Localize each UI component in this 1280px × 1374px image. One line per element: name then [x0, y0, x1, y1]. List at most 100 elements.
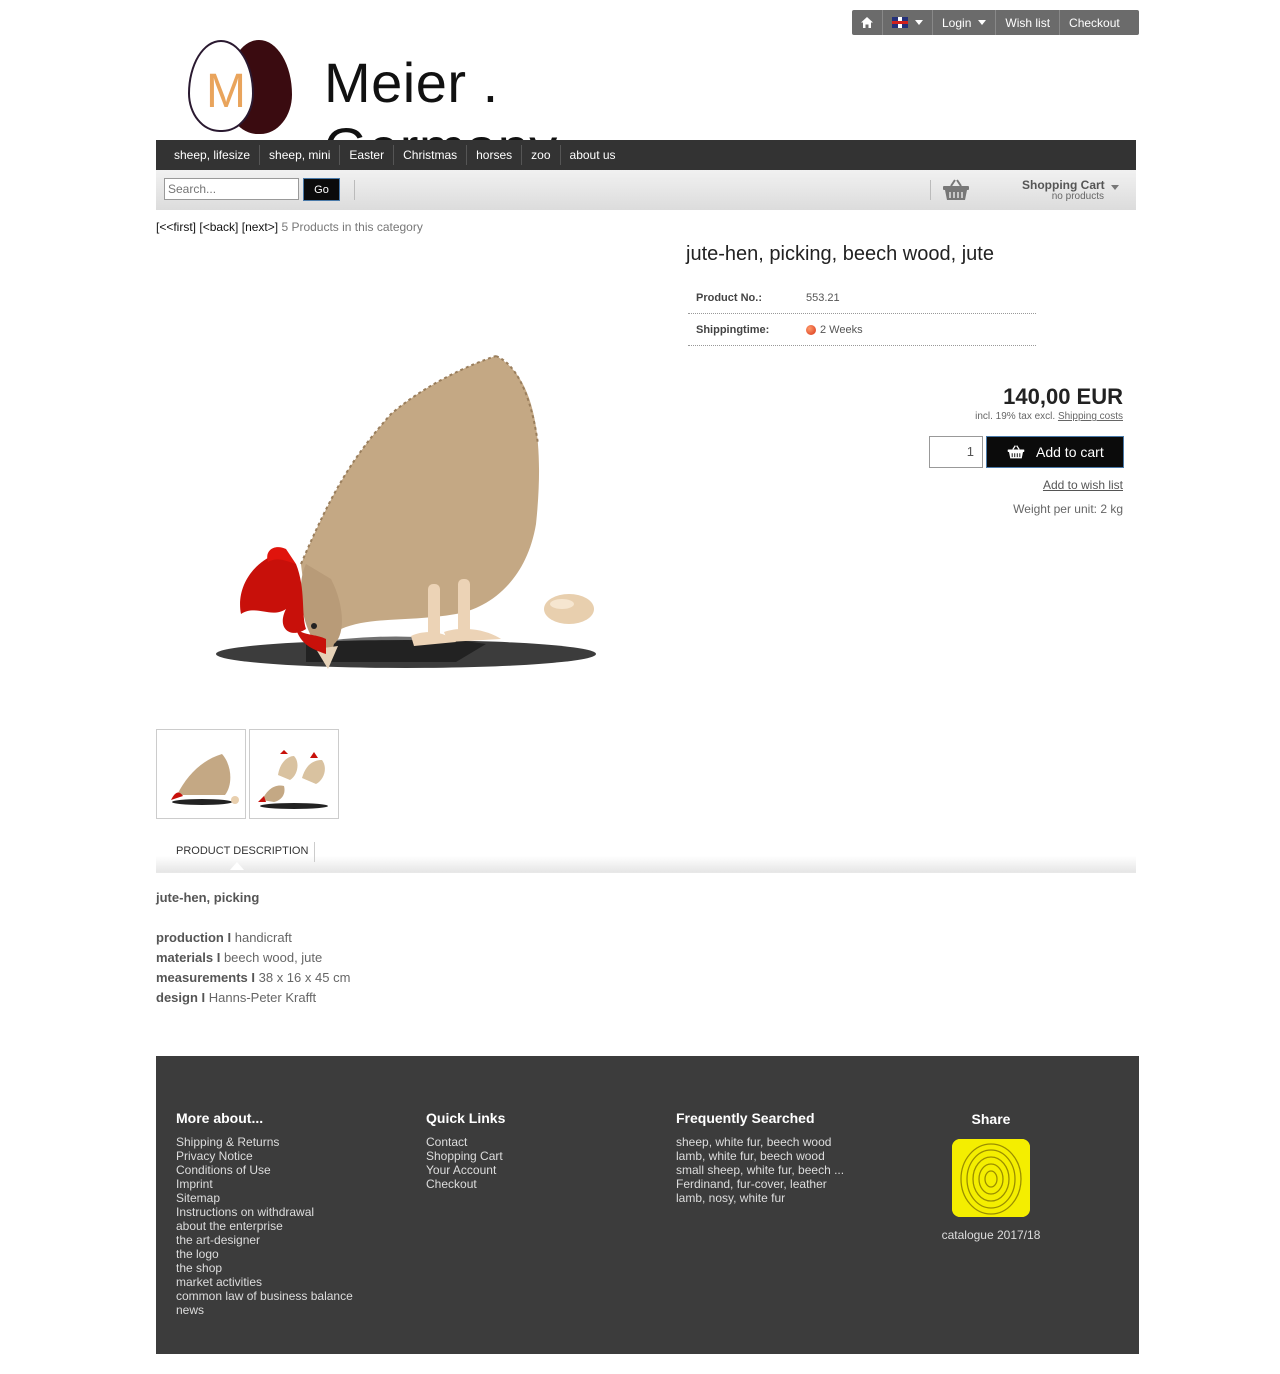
nav-item-easter[interactable]: Easter: [339, 145, 393, 165]
product-number-row: Product No.: 553.21: [688, 282, 1036, 314]
footer-frequently-searched: Frequently Searched sheep, white fur, be…: [676, 1111, 844, 1205]
product-image[interactable]: [156, 244, 636, 720]
footer-share: Share catalogue 2017/18: [916, 1111, 1066, 1242]
description-label: production I: [156, 930, 232, 945]
product-number: 553.21: [806, 291, 840, 304]
nav-item-sheep-lifesize[interactable]: sheep, lifesize: [156, 145, 259, 165]
footer-link[interactable]: Shopping Cart: [426, 1149, 505, 1163]
footer-link[interactable]: lamb, nosy, white fur: [676, 1191, 844, 1205]
next-product-link[interactable]: [next>]: [242, 220, 278, 234]
footer-link[interactable]: Ferdinand, fur-cover, leather: [676, 1177, 844, 1191]
product-tabs: PRODUCT DESCRIPTION: [156, 840, 1136, 873]
weight-per-unit: Weight per unit: 2 kg: [1013, 502, 1123, 516]
add-to-wishlist-link[interactable]: Add to wish list: [1043, 478, 1123, 492]
footer-link[interactable]: Imprint: [176, 1177, 353, 1191]
login-label: Login: [942, 15, 972, 30]
search-input[interactable]: [164, 178, 299, 200]
description-row: measurements I 38 x 16 x 45 cm: [156, 968, 350, 988]
divider: [314, 842, 315, 862]
product-thumbnail[interactable]: [156, 729, 246, 819]
product-number-label: Product No.:: [696, 291, 762, 304]
footer-link[interactable]: lamb, white fur, beech wood: [676, 1149, 844, 1163]
footer-link[interactable]: Contact: [426, 1135, 505, 1149]
tax-text: incl. 19% tax excl.: [975, 411, 1056, 422]
nav-item-christmas[interactable]: Christmas: [393, 145, 466, 165]
footer-link[interactable]: Sitemap: [176, 1191, 353, 1205]
footer-link[interactable]: Conditions of Use: [176, 1163, 353, 1177]
footer-link[interactable]: news: [176, 1303, 353, 1317]
add-to-cart-label: Add to cart: [1036, 444, 1104, 460]
footer-heading: Frequently Searched: [676, 1110, 815, 1126]
chevron-down-icon: [915, 20, 923, 25]
shipping-time-row: Shippingtime: 2 Weeks: [688, 314, 1036, 346]
tab-product-description[interactable]: PRODUCT DESCRIPTION: [176, 845, 308, 857]
shopping-cart-status: no products: [1051, 191, 1104, 202]
product-thumbnail[interactable]: [249, 729, 339, 819]
uk-flag-icon: [892, 17, 908, 28]
description-value: beech wood, jute: [223, 950, 323, 965]
shipping-costs-link[interactable]: Shipping costs: [1058, 411, 1123, 422]
product-navigation: [<<first] [<back] [next>] 5 Products in …: [156, 220, 423, 234]
footer-more-about: More about... Shipping & Returns Privacy…: [176, 1111, 353, 1317]
description-value: Hanns-Peter Krafft: [208, 990, 317, 1005]
footer-link[interactable]: about the enterprise: [176, 1219, 353, 1233]
product-details-table: Product No.: 553.21 Shippingtime: 2 Week…: [688, 282, 1036, 346]
product-title: jute-hen, picking, beech wood, jute: [686, 243, 994, 265]
main-nav: sheep, lifesize sheep, mini Easter Chris…: [156, 140, 1136, 170]
basket-icon[interactable]: [942, 179, 970, 201]
footer-link[interactable]: sheep, white fur, beech wood: [676, 1135, 844, 1149]
shipping-time: 2 Weeks: [820, 323, 863, 336]
footer-link[interactable]: small sheep, white fur, beech ...: [676, 1163, 844, 1177]
footer-link[interactable]: Checkout: [426, 1177, 505, 1191]
thumbnail-list: [156, 729, 339, 819]
search-go-button[interactable]: Go: [303, 178, 340, 201]
footer-link[interactable]: Shipping & Returns: [176, 1135, 353, 1149]
description-row: design I Hanns-Peter Krafft: [156, 988, 350, 1008]
search-bar: Go Shopping Cart no products: [156, 170, 1136, 210]
catalogue-thumbnail[interactable]: [952, 1139, 1030, 1217]
shipping-status-icon: [806, 324, 816, 335]
checkout-link[interactable]: Checkout: [1060, 10, 1129, 35]
nav-item-about-us[interactable]: about us: [559, 145, 625, 165]
language-selector[interactable]: [883, 10, 933, 35]
wishlist-link[interactable]: Wish list: [996, 10, 1061, 35]
footer-heading: Share: [971, 1111, 1011, 1127]
first-product-link[interactable]: [<<first]: [156, 220, 196, 234]
description-label: design I: [156, 990, 206, 1005]
footer-heading: More about...: [176, 1110, 264, 1126]
footer-quick-links: Quick Links Contact Shopping Cart Your A…: [426, 1111, 505, 1191]
basket-icon: [1007, 445, 1025, 459]
shipping-time-label: Shippingtime:: [696, 323, 770, 336]
description-headline: jute-hen, picking: [156, 890, 260, 905]
footer-link[interactable]: the art-designer: [176, 1233, 353, 1247]
nav-item-zoo[interactable]: zoo: [521, 145, 559, 165]
description-label: materials I: [156, 950, 221, 965]
description-value: 38 x 16 x 45 cm: [258, 970, 351, 985]
back-product-link[interactable]: [<back]: [199, 220, 238, 234]
footer-link[interactable]: Your Account: [426, 1163, 505, 1177]
divider: [354, 180, 355, 200]
footer-link[interactable]: common law of business balance: [176, 1289, 353, 1303]
active-tab-indicator: [230, 862, 244, 870]
quantity-input[interactable]: 1: [929, 436, 983, 468]
top-bar: Login Wish list Checkout: [852, 10, 1139, 35]
product-price: 140,00 EUR: [1003, 384, 1123, 409]
footer-link[interactable]: the shop: [176, 1261, 353, 1275]
product-description: jute-hen, picking production I handicraf…: [156, 888, 350, 1008]
add-to-cart-button[interactable]: Add to cart: [986, 436, 1124, 468]
description-row: production I handicraft: [156, 928, 350, 948]
description-label: measurements I: [156, 970, 255, 985]
footer-link[interactable]: Privacy Notice: [176, 1149, 353, 1163]
chevron-down-icon: [978, 20, 987, 25]
chevron-down-icon[interactable]: [1111, 185, 1119, 190]
footer-link[interactable]: Instructions on withdrawal: [176, 1205, 353, 1219]
catalogue-caption[interactable]: catalogue 2017/18: [916, 1228, 1066, 1242]
site-logo[interactable]: M Meier . Germany: [186, 36, 726, 179]
shopping-cart-title[interactable]: Shopping Cart: [1022, 178, 1105, 192]
nav-item-horses[interactable]: horses: [466, 145, 521, 165]
footer-link[interactable]: market activities: [176, 1275, 353, 1289]
nav-item-sheep-mini[interactable]: sheep, mini: [259, 145, 339, 165]
home-button[interactable]: [852, 10, 883, 35]
login-button[interactable]: Login: [933, 10, 997, 35]
footer-link[interactable]: the logo: [176, 1247, 353, 1261]
